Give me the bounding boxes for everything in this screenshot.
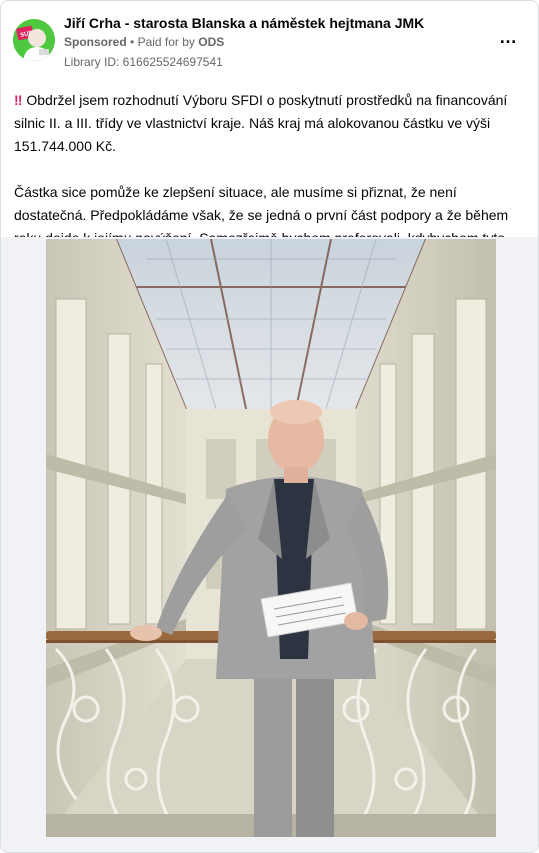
paid-for-by-prefix: Paid for by — [137, 35, 195, 49]
photo-man-reading-document — [46, 239, 496, 837]
paragraph-1-text: Obdržel jsem rozhodnutí Výboru SFDI o po… — [14, 92, 508, 154]
page-name-link[interactable]: Jiří Crha - starosta Blanska a náměstek … — [64, 15, 424, 31]
ad-photo[interactable] — [46, 239, 496, 837]
paid-for-by-name[interactable]: ODS — [198, 35, 224, 49]
page-avatar[interactable]: SUPER — [13, 19, 55, 61]
separator-dot: • — [130, 35, 135, 49]
sponsored-label: Sponsored — [64, 35, 127, 49]
sponsored-line: Sponsored • Paid for by ODS — [64, 35, 224, 49]
double-exclamation-icon: ‼ — [14, 92, 23, 108]
avatar-portrait-icon: SUPER — [13, 19, 55, 61]
ad-card: SUPER Jiří Crha - starosta Blanska a nám… — [0, 0, 539, 853]
more-options-icon[interactable]: … — [499, 27, 517, 48]
library-id: Library ID: 616625524697541 — [64, 55, 223, 69]
ad-header: SUPER Jiří Crha - starosta Blanska a nám… — [1, 1, 538, 81]
ad-body-text: ‼ Obdržel jsem rozhodnutí Výboru SFDI o … — [14, 89, 526, 250]
paragraph-1: ‼ Obdržel jsem rozhodnutí Výboru SFDI o … — [14, 89, 526, 158]
